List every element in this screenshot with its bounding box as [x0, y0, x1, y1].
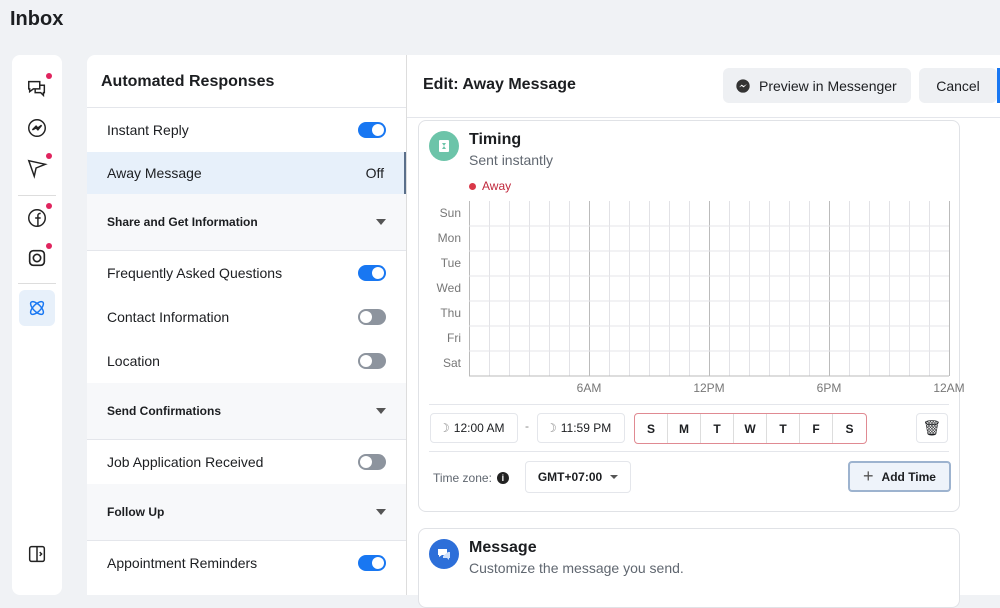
sidebar-item[interactable]: Frequently Asked Questions — [87, 251, 406, 295]
time-separator: - — [525, 419, 529, 433]
editor-panel: Edit: Away Message Preview in Messenger … — [407, 55, 1000, 608]
sidebar-item[interactable]: Location — [87, 339, 406, 383]
item-label: Share and Get Information — [107, 215, 258, 229]
add-time-button[interactable]: + Add Time — [848, 461, 951, 492]
item-label: Follow Up — [107, 505, 165, 519]
time-tick-label: 12AM — [933, 381, 965, 395]
message-subtitle: Customize the message you send. — [469, 560, 684, 576]
sidebar-section[interactable]: Share and Get Information — [87, 194, 406, 251]
sidebar-section[interactable]: Send Confirmations — [87, 383, 406, 440]
messenger-icon — [736, 78, 750, 93]
weekday-selector: SMTWTFS — [634, 413, 867, 444]
automated-responses-panel: Automated Responses Instant Reply Away Me… — [87, 55, 407, 595]
chevron-down-icon — [376, 219, 386, 225]
message-bubble-icon — [429, 539, 459, 569]
item-label: Away Message — [107, 165, 202, 181]
toggle-switch[interactable] — [358, 265, 386, 281]
weekday-toggle[interactable]: W — [734, 414, 767, 443]
chevron-down-icon — [610, 475, 619, 479]
day-label: Tue — [440, 256, 461, 270]
message-card[interactable]: Message Customize the message you send. — [418, 528, 960, 608]
toggle-switch[interactable] — [358, 122, 386, 138]
chevron-down-icon — [376, 509, 386, 515]
time-tick-label: 12PM — [693, 381, 725, 395]
facebook-icon[interactable] — [24, 203, 52, 231]
sidebar-item[interactable]: Away Message Off — [87, 152, 406, 194]
hourglass-icon — [429, 131, 459, 161]
day-label: Sun — [439, 206, 461, 220]
divider — [18, 283, 56, 284]
item-label: Contact Information — [107, 309, 230, 325]
divider — [18, 195, 56, 196]
item-label: Send Confirmations — [107, 404, 222, 418]
timezone-label: Time zone: — [433, 471, 492, 485]
toggle-switch[interactable] — [358, 309, 386, 325]
timezone-dropdown[interactable]: GMT+07:00 — [525, 461, 631, 493]
weekday-toggle[interactable]: T — [767, 414, 800, 443]
send-icon[interactable] — [24, 153, 52, 181]
item-label: Appointment Reminders — [107, 555, 258, 571]
start-time-picker[interactable]: ☽ 12:00 AM — [430, 413, 518, 443]
chevron-down-icon — [376, 408, 386, 414]
sidebar-item[interactable]: Contact Information — [87, 295, 406, 339]
plus-icon: + — [863, 466, 874, 486]
weekday-toggle[interactable]: M — [668, 414, 701, 443]
away-legend: Away — [469, 179, 511, 193]
time-tick-label: 6AM — [576, 381, 602, 395]
timing-subtitle: Sent instantly — [469, 152, 554, 168]
message-title: Message — [469, 539, 537, 556]
day-label: Wed — [436, 281, 461, 295]
timing-title: Timing — [469, 131, 522, 148]
item-label: Frequently Asked Questions — [107, 265, 283, 281]
time-tick-label: 6PM — [816, 381, 842, 395]
page-title: Inbox — [10, 8, 64, 30]
toggle-switch[interactable] — [358, 555, 386, 571]
sidebar-item[interactable]: Appointment Reminders — [87, 541, 406, 585]
weekday-toggle[interactable]: T — [701, 414, 734, 443]
moon-icon: ☽ — [546, 421, 557, 435]
preview-in-messenger-button[interactable]: Preview in Messenger — [723, 68, 911, 103]
trash-icon[interactable]: 🗑 — [916, 413, 948, 443]
info-icon[interactable]: i — [496, 472, 509, 484]
item-label: Instant Reply — [107, 122, 189, 138]
weekday-toggle[interactable]: F — [800, 414, 833, 443]
messenger-icon[interactable] — [24, 115, 50, 141]
timing-card: Timing Sent instantly Away Sun Mon Tue Wed T… — [418, 120, 965, 512]
item-label: Location — [107, 353, 160, 369]
collapse-panel-icon[interactable] — [24, 541, 50, 567]
chat-bubbles-icon[interactable] — [24, 73, 52, 101]
icon-rail — [12, 55, 62, 595]
panel-title: Automated Responses — [87, 55, 406, 108]
instagram-icon[interactable] — [24, 243, 52, 271]
schedule-grid[interactable] — [469, 201, 951, 377]
toggle-switch[interactable] — [358, 454, 386, 470]
sidebar-item[interactable]: Instant Reply — [87, 108, 406, 152]
status-text: Off — [365, 165, 384, 181]
sidebar-section[interactable]: Follow Up — [87, 484, 406, 541]
weekday-toggle[interactable]: S — [833, 414, 866, 443]
day-label: Sat — [442, 356, 461, 370]
weekday-toggle[interactable]: S — [635, 414, 668, 443]
cancel-button[interactable]: Cancel — [919, 68, 997, 103]
sidebar-item[interactable]: Job Application Received — [87, 440, 406, 484]
toggle-switch[interactable] — [358, 353, 386, 369]
day-label: Thu — [440, 306, 461, 320]
item-label: Job Application Received — [107, 454, 264, 470]
moon-icon: ☽ — [439, 421, 450, 435]
day-label: Fri — [447, 331, 461, 345]
end-time-picker[interactable]: ☽ 11:59 PM — [537, 413, 625, 443]
day-label: Mon — [437, 231, 461, 245]
automation-icon[interactable] — [19, 290, 55, 326]
editor-title: Edit: Away Message — [423, 76, 576, 93]
preview-label: Preview in Messenger — [759, 77, 897, 94]
away-dot — [469, 182, 476, 190]
